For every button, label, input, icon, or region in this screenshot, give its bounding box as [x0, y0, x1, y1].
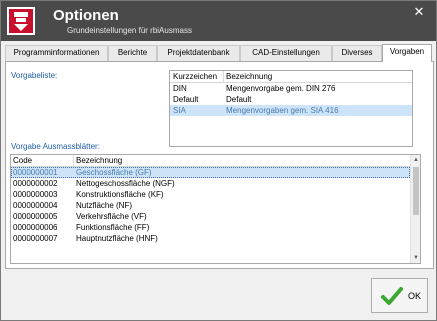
scroll-thumb[interactable]: [413, 167, 419, 215]
vorgabeliste-header: Kurzzeichen Bezeichnung: [170, 71, 412, 83]
list-item-name: Default: [226, 95, 252, 104]
list-item-code: DIN: [173, 84, 187, 93]
row-name: Verkehrsfläche (VF): [76, 212, 147, 221]
row-code: 0000000005: [13, 212, 58, 221]
checkmark-icon: [381, 287, 403, 305]
table-row[interactable]: 0000000004 Nutzfläche (NF): [11, 200, 410, 211]
list-item-code: SIA: [173, 106, 186, 115]
table-row[interactable]: 0000000006 Funktionsfläche (FF): [11, 222, 410, 233]
window-title: Optionen: [53, 7, 119, 24]
row-code: 0000000003: [13, 190, 58, 199]
list-item-name: Mengenvorgaben gem. SIA 416: [226, 106, 339, 115]
vertical-scrollbar[interactable]: ▲ ▼: [410, 155, 420, 263]
table-row[interactable]: 0000000005 Verkehrsfläche (VF): [11, 211, 410, 222]
tab-strip: Programminformationen Berichte Projektda…: [5, 44, 434, 62]
row-name: Konstruktionsfläche (KF): [76, 190, 164, 199]
options-dialog: Optionen Grundeinstellungen für rbiAusma…: [0, 0, 437, 321]
row-name: Nutzfläche (NF): [76, 201, 133, 210]
row-name: Hauptnutzfläche (HNF): [76, 234, 158, 243]
row-name: Geschossfläche (GF): [76, 168, 152, 177]
list-item[interactable]: Default Default: [170, 94, 412, 105]
column-header-bezeichnung[interactable]: Bezeichnung: [76, 156, 122, 165]
vorgaben-panel: Vorgabeliste: Kurzzeichen Bezeichnung DI…: [5, 61, 434, 269]
column-header-kurzzeichen[interactable]: Kurzzeichen: [173, 72, 217, 81]
tab-programminformationen[interactable]: Programminformationen: [5, 45, 108, 61]
list-item[interactable]: DIN Mengenvorgabe gem. DIN 276: [170, 83, 412, 94]
table-row[interactable]: 0000000002 Nettogeschossfläche (NGF): [11, 178, 410, 189]
ausmassblaetter-label: Vorgabe Ausmassblätter:: [11, 142, 100, 151]
tab-cad-einstellungen[interactable]: CAD-Einstellungen: [240, 45, 332, 61]
row-code: 0000000007: [13, 234, 58, 243]
tab-berichte[interactable]: Berichte: [108, 45, 157, 61]
list-item-selected[interactable]: SIA Mengenvorgaben gem. SIA 416: [170, 105, 412, 116]
list-item-name: Mengenvorgabe gem. DIN 276: [226, 84, 336, 93]
scroll-down-arrow-icon[interactable]: ▼: [411, 253, 420, 263]
ok-button[interactable]: OK: [371, 278, 428, 313]
close-icon[interactable]: ✕: [412, 5, 426, 19]
list-item-code: Default: [173, 95, 199, 104]
column-divider[interactable]: [73, 155, 74, 167]
window-subtitle: Grundeinstellungen für rbiAusmass: [67, 26, 192, 35]
table-row[interactable]: 0000000007 Hauptnutzfläche (HNF): [11, 233, 410, 244]
vorgabeliste-list[interactable]: Kurzzeichen Bezeichnung DIN Mengenvorgab…: [169, 70, 413, 147]
column-header-code[interactable]: Code: [13, 156, 32, 165]
vorgabeliste-label: Vorgabeliste:: [11, 71, 58, 80]
tab-diverses[interactable]: Diverses: [332, 45, 382, 61]
app-icon: [7, 7, 35, 35]
ok-button-label: OK: [408, 291, 422, 301]
dialog-footer: OK: [1, 271, 436, 320]
tab-projektdatenbank[interactable]: Projektdatenbank: [157, 45, 240, 61]
column-header-bezeichnung[interactable]: Bezeichnung: [226, 72, 272, 81]
row-code: 0000000004: [13, 201, 58, 210]
ausmassblaetter-list[interactable]: Code Bezeichnung 0000000001 Geschossfläc…: [10, 154, 421, 264]
table-row-selected[interactable]: 0000000001 Geschossfläche (GF): [11, 167, 410, 178]
row-code: 0000000006: [13, 223, 58, 232]
column-divider[interactable]: [223, 71, 224, 83]
ausmassblaetter-header: Code Bezeichnung: [11, 155, 410, 167]
row-name: Funktionsfläche (FF): [76, 223, 150, 232]
title-bar: Optionen Grundeinstellungen für rbiAusma…: [1, 1, 436, 41]
row-code: 0000000001: [13, 168, 58, 177]
table-row[interactable]: 0000000003 Konstruktionsfläche (KF): [11, 189, 410, 200]
scroll-up-arrow-icon[interactable]: ▲: [411, 155, 420, 165]
row-code: 0000000002: [13, 179, 58, 188]
tab-vorgaben[interactable]: Vorgaben: [382, 44, 432, 62]
row-name: Nettogeschossfläche (NGF): [76, 179, 175, 188]
